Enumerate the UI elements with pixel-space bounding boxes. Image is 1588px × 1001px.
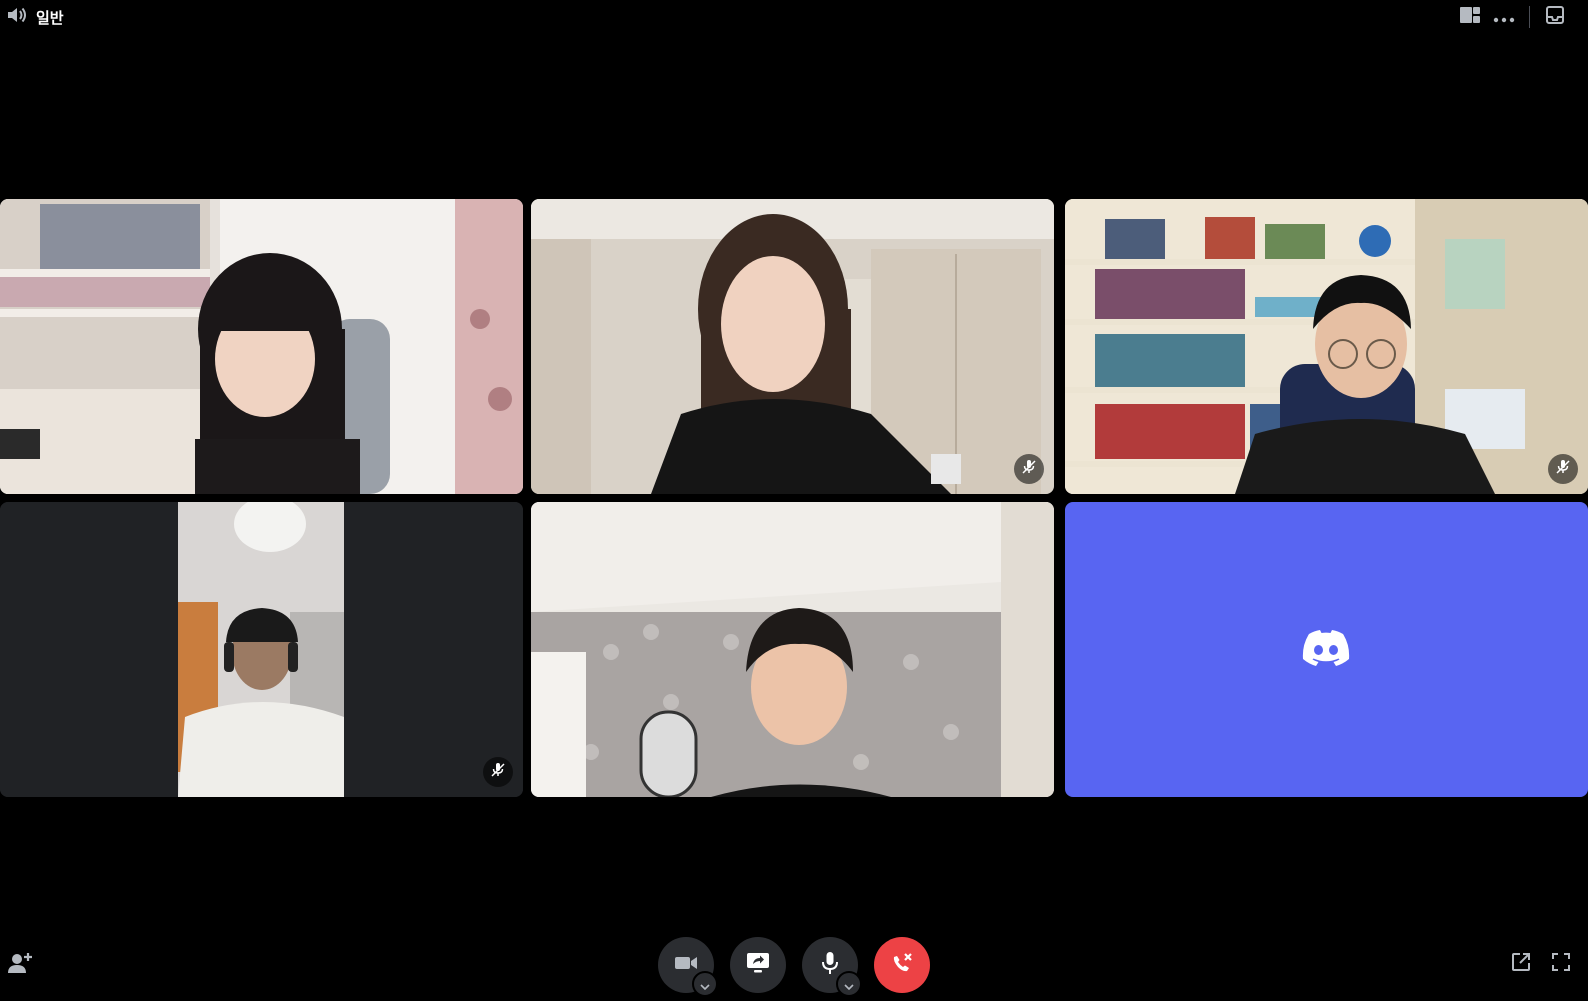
speaker-icon [6,5,28,29]
channel-name: 일반 [36,8,64,27]
more-icon [1493,8,1515,27]
participant-video [1065,199,1588,494]
chevron-down-icon [700,975,710,994]
discord-logo-icon [1301,629,1351,669]
inbox-icon [1545,5,1565,29]
microphone-options-button[interactable] [836,971,862,997]
participant-video [0,502,523,797]
disconnect-button[interactable] [874,937,930,993]
inbox-button[interactable] [1538,4,1572,30]
media-controls [658,937,930,997]
fullscreen-icon [1551,952,1571,976]
participant-video-tile[interactable] [531,502,1054,797]
camera-icon [674,955,698,975]
header-divider [1529,6,1530,28]
chevron-down-icon [844,975,854,994]
video-grid [0,199,1588,797]
channel-header: 일반 [6,4,64,30]
camera-options-button[interactable] [692,971,718,997]
participant-video [531,199,1054,494]
participant-video-tile[interactable] [1065,199,1588,494]
pop-out-icon [1511,952,1531,976]
grid-layout-button[interactable] [1453,4,1487,30]
camera-button[interactable] [658,937,718,997]
muted-indicator [1548,454,1578,484]
muted-indicator [1014,454,1044,484]
participant-video [531,502,1054,797]
participant-video-tile[interactable] [0,502,523,797]
fullscreen-button[interactable] [1548,951,1574,977]
pop-out-button[interactable] [1508,951,1534,977]
microphone-icon [821,951,839,979]
screen-share-button[interactable] [730,937,786,993]
participant-video-tile[interactable] [531,199,1054,494]
screen-share-icon [746,952,770,978]
microphone-button[interactable] [802,937,862,997]
participant-video [0,199,523,494]
hangup-icon [890,951,914,979]
more-options-button[interactable] [1487,4,1521,30]
muted-mic-icon [1555,459,1571,479]
muted-mic-icon [490,762,506,782]
invite-button[interactable] [6,951,34,979]
call-header: 일반 [0,0,1588,34]
muted-indicator [483,757,513,787]
call-controls-bar [0,935,1588,997]
grid-layout-icon [1459,6,1481,28]
muted-mic-icon [1021,459,1037,479]
participant-avatar-tile[interactable] [1065,502,1588,797]
add-user-icon [7,951,33,979]
participant-video-tile[interactable] [0,199,523,494]
